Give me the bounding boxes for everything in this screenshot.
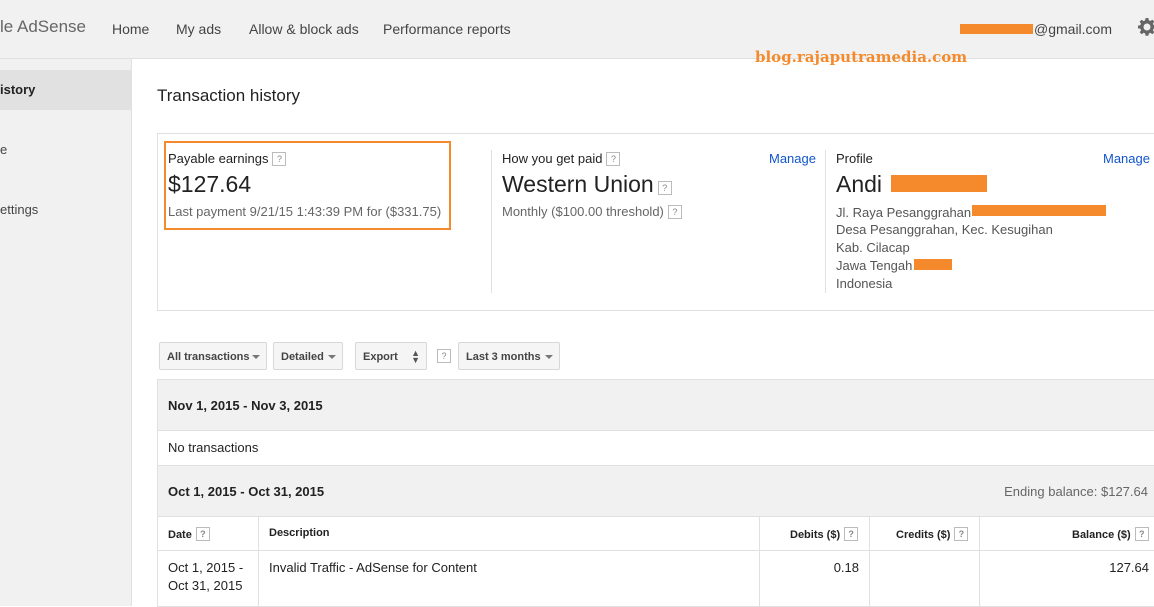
up-down-arrows-icon: ▲ ▼ bbox=[411, 348, 420, 365]
summary-divider bbox=[825, 150, 826, 293]
profile-label: Profile bbox=[836, 151, 873, 166]
row-debit: 0.18 bbox=[833, 560, 859, 575]
gear-icon[interactable] bbox=[1137, 17, 1154, 37]
row-date-start: Oct 1, 2015 - bbox=[168, 560, 244, 575]
payable-earnings-label: Payable earnings? bbox=[168, 151, 287, 166]
how-you-get-paid-label: How you get paid? bbox=[502, 151, 621, 166]
help-icon[interactable]: ? bbox=[954, 527, 969, 541]
period-range: Oct 1, 2015 - Oct 31, 2015 bbox=[168, 484, 325, 499]
row-description: Invalid Traffic - AdSense for Content bbox=[269, 560, 477, 575]
help-icon[interactable]: ? bbox=[657, 181, 672, 195]
address-line-1: Jl. Raya Pesanggrahan bbox=[836, 205, 972, 220]
empty-period-row: No transactions bbox=[157, 431, 1154, 466]
chevron-down-icon bbox=[328, 355, 336, 359]
row-date-end: Oct 31, 2015 bbox=[168, 578, 243, 593]
help-icon[interactable]: ? bbox=[844, 527, 859, 541]
nav-allow-block-ads[interactable]: Allow & block ads bbox=[249, 21, 359, 37]
page-title: Transaction history bbox=[157, 86, 300, 105]
address-line-3: Kab. Cilacap bbox=[836, 240, 910, 255]
column-divider bbox=[869, 517, 870, 606]
help-icon[interactable]: ? bbox=[195, 527, 210, 541]
name-redaction bbox=[891, 175, 987, 192]
help-icon[interactable]: ? bbox=[272, 152, 287, 166]
profile-name: Andi bbox=[836, 171, 883, 197]
address-redaction bbox=[914, 259, 952, 270]
address-line-4: Jawa Tengah bbox=[836, 258, 913, 273]
help-icon[interactable]: ? bbox=[1134, 527, 1149, 541]
date-range-dropdown[interactable]: Last 3 months bbox=[458, 342, 560, 370]
help-icon[interactable]: ? bbox=[667, 205, 682, 219]
detail-filter-dropdown[interactable]: Detailed bbox=[273, 342, 343, 370]
manage-payment-link[interactable]: Manage bbox=[769, 151, 816, 166]
top-bar: le AdSense Home My ads Allow & block ads… bbox=[0, 0, 1154, 59]
export-dropdown[interactable]: Export ▲ ▼ bbox=[355, 342, 427, 370]
last-payment-text: Last payment 9/21/15 1:43:39 PM for ($33… bbox=[168, 204, 442, 219]
manage-profile-link[interactable]: Manage bbox=[1103, 151, 1150, 166]
period-header: Oct 1, 2015 - Oct 31, 2015 Ending balanc… bbox=[157, 465, 1154, 517]
nav-performance-reports[interactable]: Performance reports bbox=[383, 21, 511, 37]
col-debits: Debits ($)? bbox=[790, 527, 859, 541]
account-email[interactable]: @gmail.com bbox=[1034, 21, 1112, 37]
chevron-down-icon bbox=[545, 355, 553, 359]
help-icon[interactable]: ? bbox=[606, 152, 621, 166]
watermark-text: blog.rajaputramedia.com bbox=[755, 48, 968, 66]
email-redaction bbox=[960, 24, 1033, 34]
col-balance: Balance ($)? bbox=[1072, 527, 1149, 541]
summary-divider bbox=[491, 150, 492, 293]
sidebar-item-settings[interactable]: ettings bbox=[0, 190, 131, 230]
col-date: Date? bbox=[168, 527, 210, 541]
col-credits: Credits ($)? bbox=[896, 527, 969, 541]
sidebar-item-history[interactable]: istory bbox=[0, 70, 131, 110]
nav-home[interactable]: Home bbox=[112, 21, 149, 37]
payment-schedule: Monthly ($100.00 threshold)? bbox=[502, 204, 682, 219]
sidebar: istory e ettings bbox=[0, 59, 132, 606]
adsense-logo[interactable]: le AdSense bbox=[0, 17, 86, 37]
chevron-down-icon bbox=[252, 355, 260, 359]
address-redaction bbox=[972, 205, 1106, 216]
help-icon[interactable]: ? bbox=[437, 349, 451, 363]
sidebar-item-2[interactable]: e bbox=[0, 130, 131, 170]
col-description: Description bbox=[269, 527, 330, 539]
no-transactions-text: No transactions bbox=[168, 440, 259, 455]
ending-balance: Ending balance: $127.64 bbox=[1004, 484, 1148, 499]
nav-my-ads[interactable]: My ads bbox=[176, 21, 221, 37]
payable-earnings-amount: $127.64 bbox=[168, 171, 252, 197]
transactions-filter-dropdown[interactable]: All transactions bbox=[159, 342, 267, 370]
address-line-5: Indonesia bbox=[836, 276, 893, 291]
column-divider bbox=[258, 517, 259, 606]
address-line-2: Desa Pesanggrahan, Kec. Kesugihan bbox=[836, 222, 1053, 237]
period-header: Nov 1, 2015 - Nov 3, 2015 bbox=[157, 379, 1154, 431]
row-balance: 127.64 bbox=[1109, 560, 1149, 575]
period-range: Nov 1, 2015 - Nov 3, 2015 bbox=[168, 398, 323, 413]
payment-method: Western Union? bbox=[502, 171, 672, 198]
